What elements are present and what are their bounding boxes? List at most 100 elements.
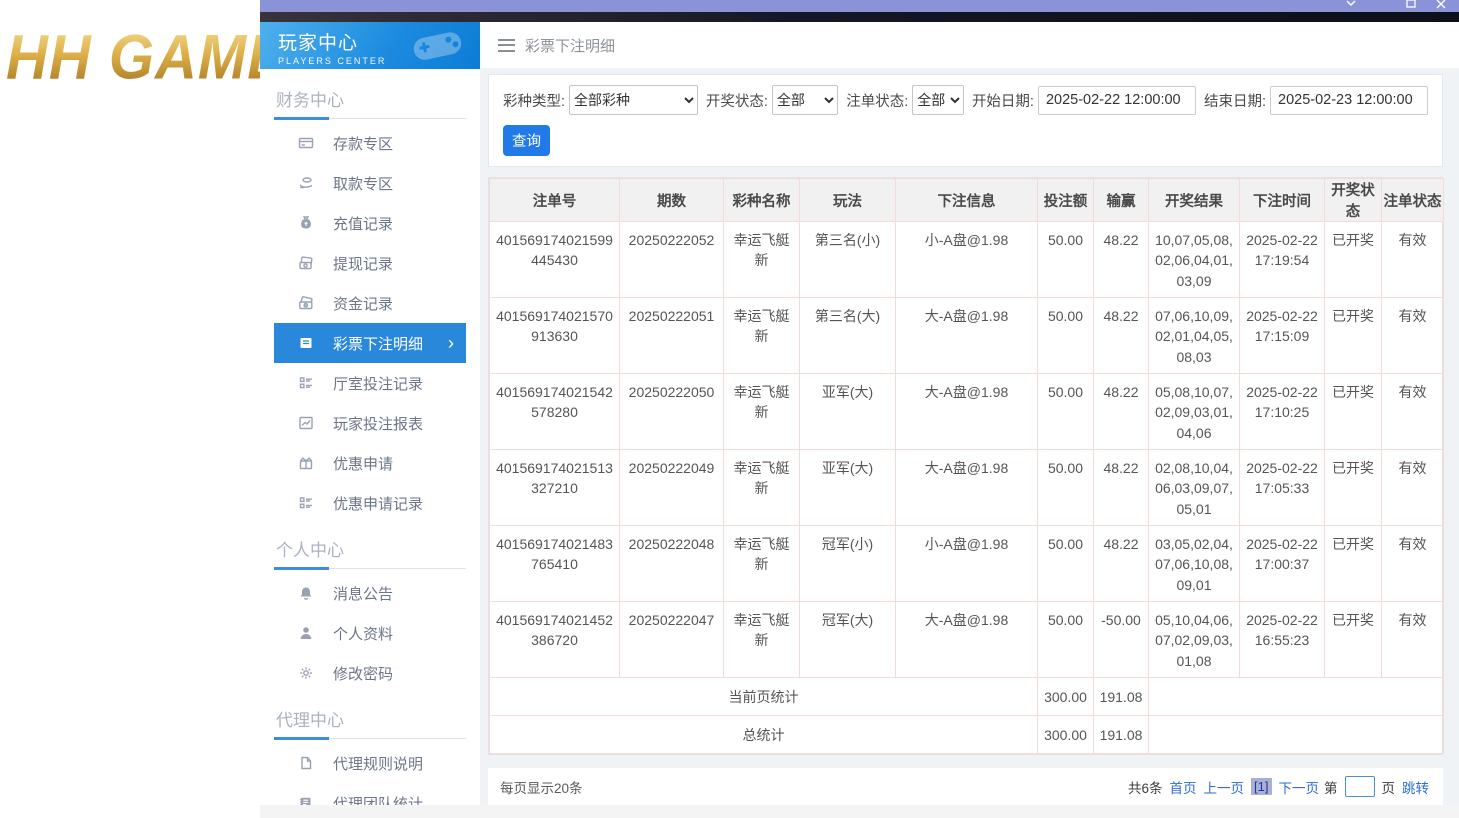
table-cell: 幸运飞艇新 <box>723 297 800 374</box>
table-cell: 有效 <box>1381 297 1444 374</box>
section-divider <box>274 117 466 120</box>
start-date-input[interactable] <box>1037 85 1196 115</box>
sidebar-item-label: 优惠申请记录 <box>333 495 424 513</box>
deposit-card-icon <box>298 135 314 151</box>
table-cell: 03,05,02,04,07,06,10,08,09,01 <box>1148 525 1240 602</box>
table-cell: 50.00 <box>1037 297 1094 374</box>
lottery-type-label: 彩种类型: <box>503 93 566 110</box>
section-divider <box>274 567 466 570</box>
table-cell: 幸运飞艇新 <box>723 221 800 298</box>
sidebar-item-label: 修改密码 <box>333 665 394 683</box>
table-cell: 05,08,10,07,02,09,03,01,04,06 <box>1148 373 1240 450</box>
sidebar-item-label: 提现记录 <box>333 255 394 273</box>
table-cell: 48.22 <box>1093 297 1149 374</box>
table-cell: 已开奖 <box>1324 525 1382 602</box>
pagination-bar: 每页显示20条 共6条 首页 上一页 [1] 下一页 第 页 跳转 <box>488 768 1443 805</box>
section-title: 财务中心 <box>276 91 344 110</box>
table-cell: 2025-02-22 17:19:54 <box>1239 221 1325 298</box>
query-button[interactable]: 查询 <box>503 125 550 156</box>
next-page-link[interactable]: 下一页 <box>1279 777 1320 797</box>
sidebar-item-label: 代理团队统计 <box>333 795 424 806</box>
close-window-icon[interactable] <box>1434 0 1448 12</box>
table-cell: 有效 <box>1381 449 1444 526</box>
withdraw-hand-icon <box>298 175 314 191</box>
sidebar-item-password-gear[interactable]: 修改密码 <box>274 653 466 693</box>
hall-list-icon <box>298 375 314 391</box>
table-cell: 有效 <box>1381 373 1444 450</box>
sidebar-item-label: 充值记录 <box>333 215 394 233</box>
lottery-type-select[interactable]: 全部彩种 <box>569 85 698 115</box>
sidebar: 玩家中心 PLAYERS CENTER 财务中心存款专区取款专区充值记录提现记录… <box>260 22 480 805</box>
summary-bet-total: 300.00 <box>1037 677 1094 716</box>
sidebar-item-promo-list[interactable]: 优惠申请记录 <box>274 483 466 523</box>
table-row: 401569174021599445430 20250222052 幸运飞艇新 第三名… <box>489 221 1444 298</box>
sidebar-item-label: 取款专区 <box>333 175 394 193</box>
sidebar-item-lottery-ledger[interactable]: 彩票下注明细 › <box>274 323 466 363</box>
end-date-input[interactable] <box>1270 85 1428 115</box>
window-top-strip <box>260 12 1459 22</box>
table-cell: 20250222052 <box>619 221 724 298</box>
table-cell: 冠军(小) <box>799 525 896 602</box>
end-date-label: 结束日期: <box>1203 93 1266 110</box>
page-header: 彩票下注明细 <box>480 22 1459 68</box>
table-cell: 02,08,10,04,06,03,09,07,05,01 <box>1148 449 1240 526</box>
table-cell: 已开奖 <box>1324 601 1382 678</box>
table-cell: 401569174021542578280 <box>489 373 620 450</box>
sidebar-item-cash-record[interactable]: 提现记录 <box>274 243 466 283</box>
sidebar-item-promo-gift[interactable]: 优惠申请 <box>274 443 466 483</box>
first-page-link[interactable]: 首页 <box>1170 777 1197 797</box>
column-header: 投注额 <box>1037 178 1094 222</box>
table-row: 401569174021452386720 20250222047 幸运飞艇新 冠军(… <box>489 601 1444 678</box>
promo-gift-icon <box>298 455 314 471</box>
sidebar-item-notice-bell[interactable]: 消息公告 <box>274 573 466 613</box>
restore-window-icon[interactable] <box>1404 0 1418 12</box>
table-cell: 2025-02-22 17:15:09 <box>1239 297 1325 374</box>
summary-bet-total: 300.00 <box>1037 715 1094 754</box>
prev-page-link[interactable]: 上一页 <box>1204 777 1245 797</box>
sidebar-item-profile-person[interactable]: 个人资料 <box>274 613 466 653</box>
table-cell: 幸运飞艇新 <box>723 525 800 602</box>
sidebar-item-label: 消息公告 <box>333 585 394 603</box>
summary-empty <box>1148 715 1444 754</box>
jump-prefix-label: 第 <box>1324 780 1338 796</box>
table-cell: 有效 <box>1381 601 1444 678</box>
table-cell: 50.00 <box>1037 221 1094 298</box>
table-cell: 大-A盘@1.98 <box>895 297 1038 374</box>
column-header: 下注信息 <box>895 178 1038 222</box>
table-cell: 第三名(小) <box>799 221 896 298</box>
table-row: 401569174021542578280 20250222050 幸运飞艇新 亚军(… <box>489 373 1444 450</box>
table-cell: 已开奖 <box>1324 449 1382 526</box>
page-size-text: 每页显示20条 <box>500 780 583 796</box>
jump-button[interactable]: 跳转 <box>1402 777 1429 797</box>
sidebar-item-label: 优惠申请 <box>333 455 394 473</box>
sidebar-item-report-chart[interactable]: 玩家投注报表 <box>274 403 466 443</box>
sidebar-item-funds-banknote[interactable]: 资金记录 <box>274 283 466 323</box>
password-gear-icon <box>298 665 314 681</box>
table-cell: 冠军(大) <box>799 601 896 678</box>
table-cell: 2025-02-22 17:10:25 <box>1239 373 1325 450</box>
profile-person-icon <box>298 625 314 641</box>
sidebar-item-agent-book[interactable]: 代理团队统计 <box>274 783 466 805</box>
draw-status-select[interactable]: 全部 <box>771 85 839 115</box>
sidebar-item-agent-file[interactable]: 代理规则说明 <box>274 743 466 783</box>
table-cell: 有效 <box>1381 221 1444 298</box>
sidebar-item-hall-list[interactable]: 厅室投注记录 <box>274 363 466 403</box>
jump-page-input[interactable] <box>1344 776 1375 797</box>
column-header: 输赢 <box>1093 178 1149 222</box>
table-cell: 20250222050 <box>619 373 724 450</box>
sidebar-item-recharge-bag[interactable]: 充值记录 <box>274 203 466 243</box>
table-header-row: 注单号 期数 彩种名称 玩法 下注信息 投注额 输赢 开奖结果 下注时间 开奖状态 注单状态 <box>489 178 1444 222</box>
chevron-right-icon: › <box>448 333 454 353</box>
sidebar-header: 玩家中心 PLAYERS CENTER <box>260 22 480 69</box>
hamburger-menu-icon[interactable] <box>498 38 515 52</box>
chevron-down-icon[interactable] <box>1344 0 1358 12</box>
lottery-ledger-icon <box>298 335 314 351</box>
current-page-badge: [1] <box>1251 778 1272 795</box>
order-status-select[interactable]: 全部 <box>912 85 964 115</box>
sidebar-item-label: 个人资料 <box>333 625 394 643</box>
total-count-text: 共6条 <box>1128 780 1163 796</box>
horizontal-scrollbar[interactable] <box>260 805 1459 818</box>
sidebar-item-withdraw-hand[interactable]: 取款专区 <box>274 163 466 203</box>
sidebar-item-label: 代理规则说明 <box>333 755 424 773</box>
sidebar-item-deposit-card[interactable]: 存款专区 <box>274 123 466 163</box>
